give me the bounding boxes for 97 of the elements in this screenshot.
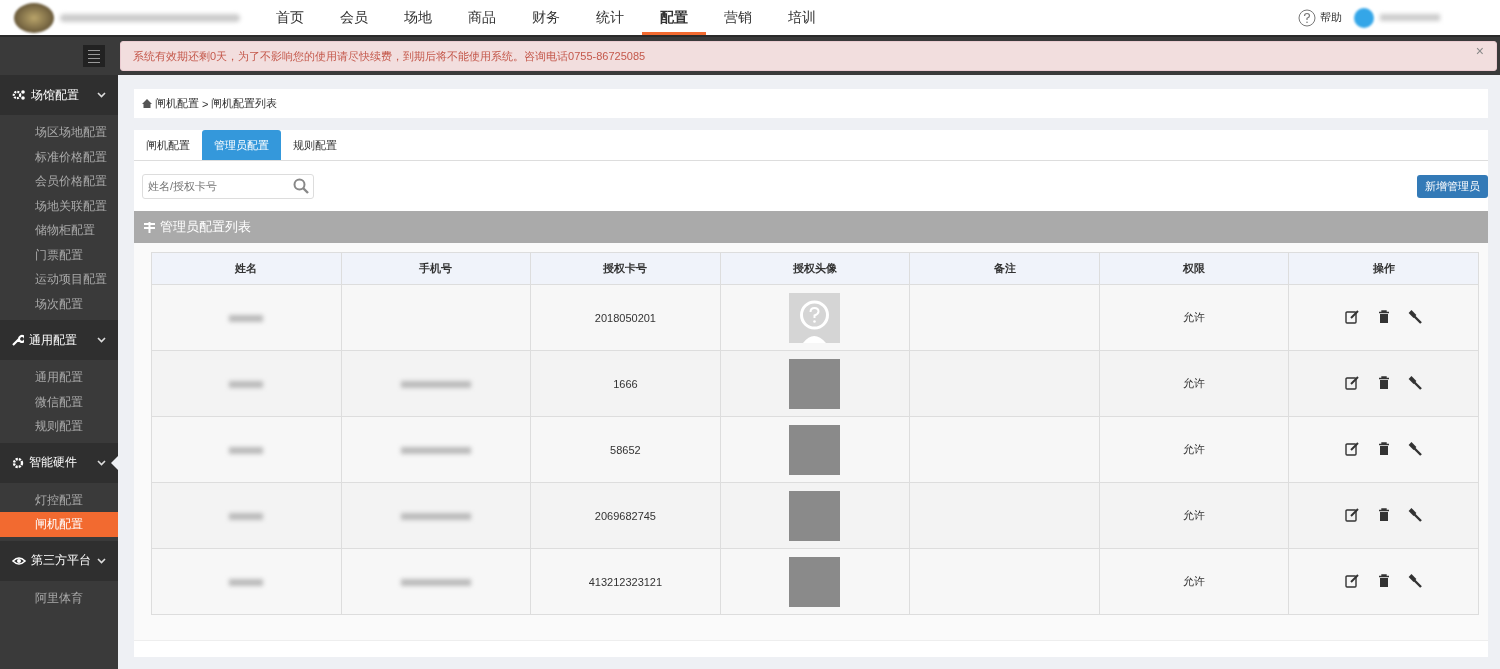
- blurred-name: [229, 446, 264, 454]
- delete-icon[interactable]: [1378, 310, 1391, 323]
- sidebar-group-header[interactable]: 第三方平台: [0, 540, 118, 581]
- blurred-phone: [400, 446, 471, 454]
- nav-tab[interactable]: 商品: [450, 0, 514, 35]
- sidebar-item[interactable]: 场地关联配置: [0, 193, 118, 218]
- sidebar-group-header[interactable]: 智能硬件: [0, 442, 118, 483]
- delete-icon[interactable]: [1378, 442, 1391, 455]
- list-icon: [144, 221, 155, 233]
- wrench-icon: [12, 334, 24, 346]
- column-header: 授权卡号: [530, 252, 721, 285]
- card-number: 413212323121: [588, 575, 663, 588]
- sidebar-item[interactable]: 门票配置: [0, 242, 118, 267]
- card-number: 2069682745: [594, 509, 656, 522]
- photo-placeholder: [789, 424, 841, 475]
- permission-text: 允许: [1183, 311, 1206, 323]
- nav-tab[interactable]: 培训: [770, 0, 834, 35]
- edit-icon[interactable]: [1345, 375, 1361, 390]
- sidebar-item[interactable]: 通用配置: [0, 365, 118, 390]
- chevron-down-icon: [97, 337, 106, 343]
- permission-text: 允许: [1183, 575, 1206, 587]
- menu-icon[interactable]: [83, 45, 105, 67]
- sidebar-item[interactable]: 场次配置: [0, 291, 118, 316]
- delete-icon[interactable]: [1378, 574, 1391, 587]
- chevron-down-icon: [97, 557, 106, 564]
- blurred-phone: [400, 578, 471, 586]
- tab[interactable]: 规则配置: [281, 130, 349, 160]
- photo-placeholder: [789, 490, 841, 541]
- permission-text: 允许: [1183, 509, 1206, 521]
- blurred-phone: [400, 512, 471, 520]
- chevron-down-icon: [97, 459, 106, 466]
- card-number: 1666: [613, 377, 638, 390]
- edit-icon[interactable]: [1345, 573, 1361, 588]
- edit-icon[interactable]: [1345, 507, 1361, 522]
- edit-icon[interactable]: [1345, 441, 1361, 456]
- sidebar-item[interactable]: 运动项目配置: [0, 267, 118, 292]
- panel-title: 管理员配置列表: [160, 218, 251, 236]
- gavel-icon[interactable]: [1408, 507, 1423, 522]
- permission-text: 允许: [1183, 377, 1206, 389]
- column-header: 姓名: [151, 252, 342, 285]
- sidebar-group-header[interactable]: 场馆配置: [0, 75, 118, 115]
- sidebar-group-header[interactable]: 通用配置: [0, 320, 118, 360]
- sidebar-item[interactable]: 微信配置: [0, 389, 118, 414]
- blurred-name: [229, 314, 264, 322]
- blurred-phone: [400, 380, 471, 388]
- edit-icon[interactable]: [1345, 309, 1361, 324]
- sidebar-item[interactable]: 会员价格配置: [0, 169, 118, 194]
- help-link[interactable]: 帮助: [1320, 10, 1342, 25]
- search-field[interactable]: 姓名/授权卡号: [142, 173, 314, 199]
- delete-icon[interactable]: [1378, 508, 1391, 521]
- breadcrumb-separator: >: [202, 97, 209, 110]
- breadcrumb-item[interactable]: 闸机配置: [155, 96, 199, 111]
- delete-icon[interactable]: [1378, 376, 1391, 389]
- photo-placeholder: [789, 556, 841, 607]
- card-number: 58652: [610, 443, 641, 456]
- home-icon: [142, 99, 152, 108]
- gavel-icon[interactable]: [1408, 309, 1423, 324]
- chevron-down-icon: [97, 92, 106, 98]
- sidebar-item[interactable]: 场区场地配置: [0, 120, 118, 145]
- nav-tab[interactable]: 会员: [322, 0, 386, 35]
- column-header: 备注: [909, 252, 1100, 285]
- permission-text: 允许: [1183, 443, 1206, 455]
- blurred-username: [1380, 14, 1440, 21]
- sidebar-item[interactable]: 储物柜配置: [0, 218, 118, 243]
- column-header: 操作: [1288, 252, 1479, 285]
- sidebar-item[interactable]: 灯控配置: [0, 487, 118, 512]
- nav-tab[interactable]: 财务: [514, 0, 578, 35]
- gear-icon: [12, 456, 24, 469]
- card-number: 2018050201: [594, 311, 656, 324]
- avatar-placeholder[interactable]: [1354, 7, 1374, 28]
- default-avatar-icon: [789, 292, 841, 343]
- blurred-name: [229, 512, 264, 520]
- gavel-icon[interactable]: [1408, 573, 1423, 588]
- tab[interactable]: 闸机配置: [134, 130, 202, 160]
- sidebar-item[interactable]: 标准价格配置: [0, 144, 118, 169]
- add-admin-button[interactable]: 新增管理员: [1417, 174, 1488, 198]
- eye-icon: [12, 555, 26, 566]
- sidebar-item[interactable]: 阿里体育: [0, 585, 118, 610]
- column-header: 权限: [1099, 252, 1289, 285]
- blurred-name: [229, 578, 264, 586]
- column-header: 授权头像: [720, 252, 910, 285]
- gears-icon: [12, 89, 26, 101]
- gavel-icon[interactable]: [1408, 441, 1423, 456]
- sidebar-item[interactable]: 规则配置: [0, 414, 118, 439]
- nav-tab[interactable]: 首页: [258, 0, 322, 35]
- help-icon[interactable]: [1298, 8, 1316, 27]
- photo-placeholder: [789, 358, 841, 409]
- nav-tab[interactable]: 场地: [386, 0, 450, 35]
- column-header: 手机号: [341, 252, 531, 285]
- nav-tab[interactable]: 统计: [578, 0, 642, 35]
- gavel-icon[interactable]: [1408, 375, 1423, 390]
- blurred-name: [229, 380, 264, 388]
- search-icon[interactable]: [293, 177, 309, 194]
- logo-placeholder: [14, 2, 54, 33]
- breadcrumb-item: 闸机配置列表: [211, 96, 278, 111]
- nav-tab[interactable]: 营销: [706, 0, 770, 35]
- alert-text: 系统有效期还剩0天，为了不影响您的使用请尽快续费，到期后将不能使用系统。咨询电话0755-86725085: [133, 48, 647, 64]
